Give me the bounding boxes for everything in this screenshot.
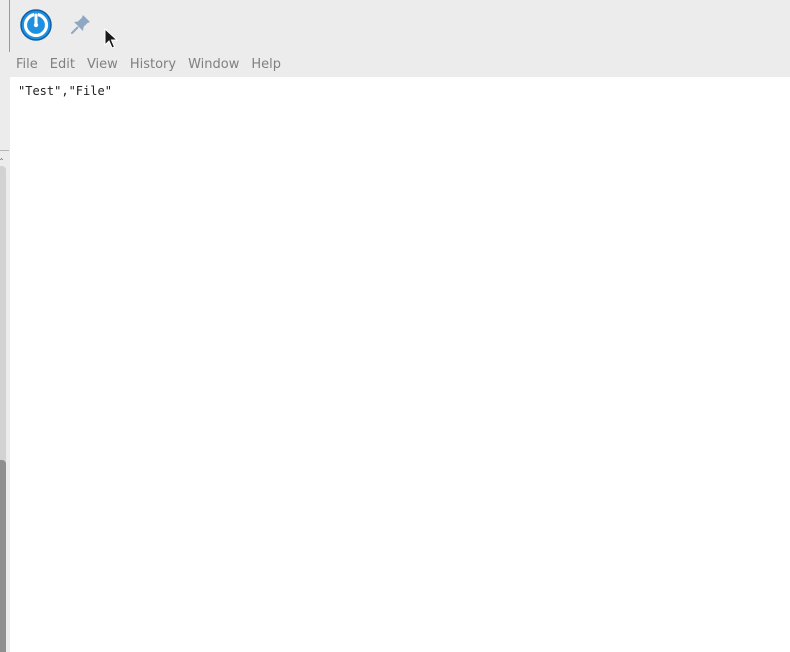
app-window: ‸ File Edit View History Window Help "Te… [0,0,790,652]
mouse-pointer-icon [104,27,119,50]
editor-content[interactable]: "Test","File" [18,84,112,98]
menu-bar: File Edit View History Window Help [10,52,790,77]
scrollbar-thumb[interactable] [0,460,6,652]
menu-help[interactable]: Help [251,52,281,77]
toolbar [10,0,790,52]
menu-window[interactable]: Window [188,52,239,77]
pin-icon[interactable] [69,12,93,36]
background-window-edge: ‸ [0,0,10,652]
caret-up-icon[interactable]: ‸ [0,152,9,161]
menu-edit[interactable]: Edit [50,52,75,77]
text-editor[interactable]: "Test","File" [10,77,790,652]
menu-history[interactable]: History [130,52,176,77]
app-logo-icon[interactable] [20,9,52,41]
menu-view[interactable]: View [87,52,118,77]
menu-file[interactable]: File [16,52,38,77]
